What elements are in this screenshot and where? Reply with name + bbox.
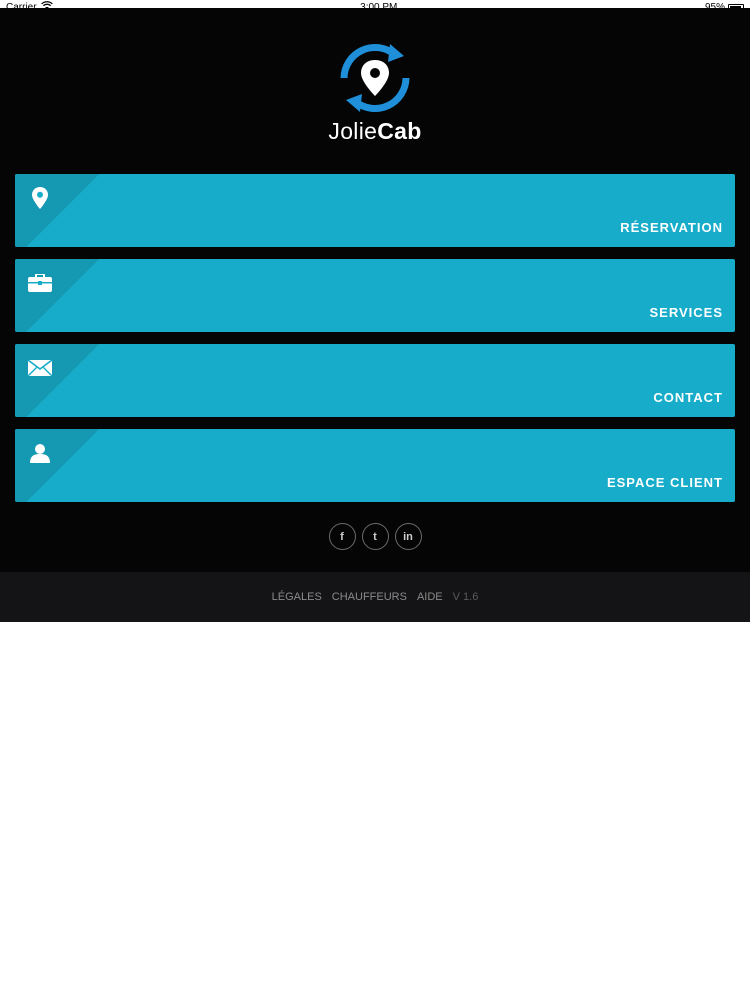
tile-corner-accent <box>15 344 111 417</box>
logo-refresh-pin-icon <box>340 44 410 112</box>
footer-link-aide[interactable]: AIDE <box>417 591 443 603</box>
menu-tile-reservation[interactable]: RÉSERVATION <box>15 174 735 247</box>
brand-logo: JolieCab <box>0 42 750 152</box>
menu-tile-label: CONTACT <box>653 390 723 405</box>
menu-tile-contact[interactable]: CONTACT <box>15 344 735 417</box>
tile-corner-accent <box>15 259 111 332</box>
tile-corner-accent <box>15 174 111 247</box>
twitter-icon[interactable]: t <box>361 523 389 550</box>
facebook-glyph: f <box>340 530 344 543</box>
app-version: V 1.6 <box>452 591 479 603</box>
menu-tile-espace-client[interactable]: ESPACE CLIENT <box>15 429 735 502</box>
footer-bar: LÉGALES CHAUFFEURS AIDE V 1.6 <box>0 572 750 622</box>
user-icon <box>28 441 52 465</box>
brand-name-light: Jolie <box>328 118 378 144</box>
linkedin-icon[interactable]: in <box>394 523 422 550</box>
twitter-glyph: t <box>373 530 377 543</box>
footer-link-chauffeurs[interactable]: CHAUFFEURS <box>332 591 407 603</box>
brand-name: JolieCab <box>328 118 421 145</box>
linkedin-glyph: in <box>403 530 413 543</box>
facebook-icon[interactable]: f <box>328 523 356 550</box>
envelope-icon <box>28 356 52 380</box>
briefcase-icon <box>28 271 52 295</box>
menu-tile-label: ESPACE CLIENT <box>606 475 723 490</box>
brand-name-bold: Cab <box>377 118 422 144</box>
location-pin-icon <box>28 186 52 210</box>
app-screen: JolieCab RÉSERVATION SERVICES CONTACT ES… <box>0 8 750 622</box>
menu-tile-label: RÉSERVATION <box>620 220 723 235</box>
social-links: f t in <box>0 523 750 551</box>
menu-tile-services[interactable]: SERVICES <box>15 259 735 332</box>
menu-tile-label: SERVICES <box>649 305 723 320</box>
tile-corner-accent <box>15 429 111 502</box>
footer-link-legales[interactable]: LÉGALES <box>272 591 322 603</box>
